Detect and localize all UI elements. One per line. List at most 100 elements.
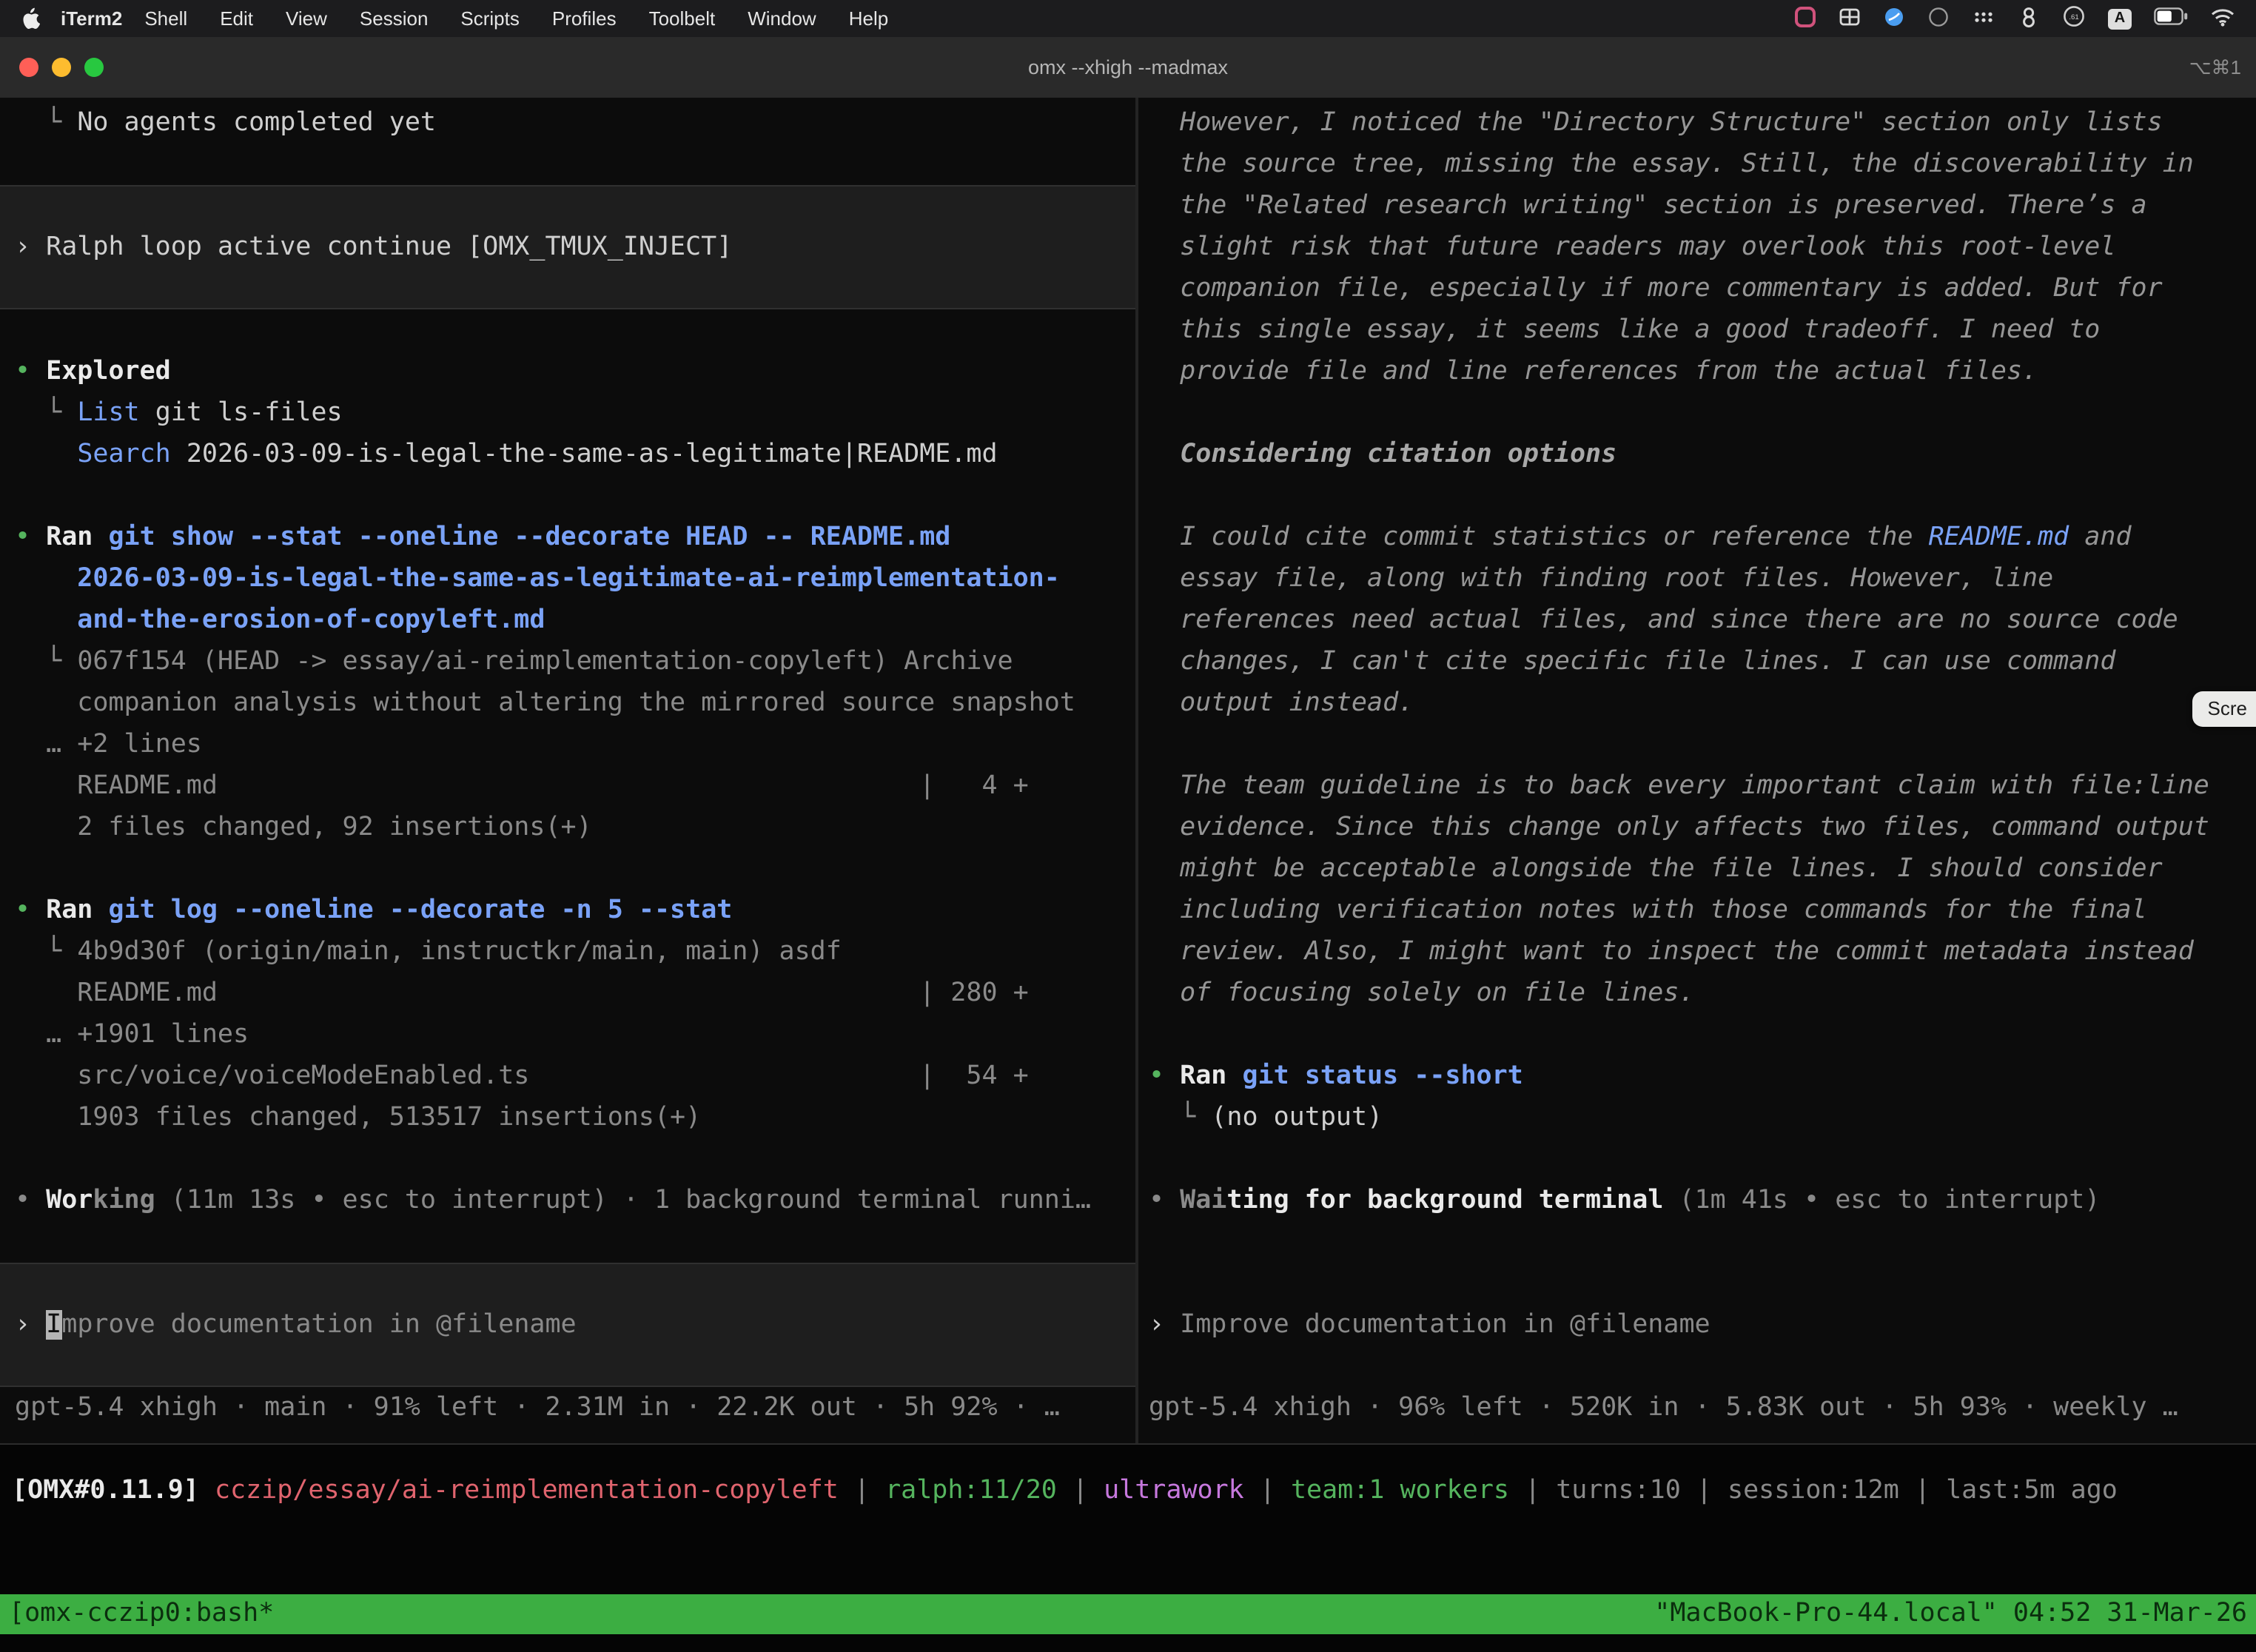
- battery-icon[interactable]: [2154, 7, 2188, 30]
- text-segment: ›: [1149, 1310, 1180, 1340]
- text-segment: essay file, along with finding root file…: [1149, 564, 2053, 594]
- text-segment: slight risk that future readers may over…: [1149, 232, 2115, 262]
- screen-overlay-tab[interactable]: Scre: [2193, 691, 2256, 727]
- figure-eight-icon[interactable]: [2018, 5, 2040, 32]
- terminal-split: └ No agents completed yet › Ralph loop ac…: [0, 98, 2256, 1443]
- text-segment: git show --stat --oneline --decorate HEA…: [108, 523, 950, 552]
- menu-app-name[interactable]: iTerm2: [61, 7, 122, 30]
- terminal-line: review. Also, I might want to inspect th…: [1138, 931, 2256, 973]
- text-segment: ultrawork: [1104, 1476, 1244, 1505]
- terminal-line: Considering citation options: [1138, 434, 2256, 475]
- left-input-box[interactable]: › Improve documentation in @filename: [0, 1263, 1135, 1387]
- terminal-line: the "Related research writing" section i…: [1138, 185, 2256, 226]
- wifi-icon[interactable]: [2210, 7, 2235, 30]
- input-source-icon[interactable]: A: [2108, 8, 2132, 29]
- terminal-line: README.md | 4 +: [0, 765, 1135, 807]
- text-segment: changes, I can't cite specific file line…: [1149, 647, 2115, 676]
- text-segment: git ls-files: [140, 398, 343, 428]
- text-segment: Ralph loop active continue [OMX_TMUX_INJ…: [46, 232, 732, 262]
- text-segment: Explored: [46, 357, 171, 386]
- text-segment: [93, 896, 108, 925]
- text-segment: |: [1057, 1476, 1104, 1505]
- prompt-line: › Improve documentation in @filename: [0, 1304, 1135, 1346]
- terminal-line: I could cite commit statistics or refere…: [1138, 517, 2256, 558]
- text-segment: ›: [15, 232, 46, 262]
- blank-line: [1138, 1138, 2256, 1180]
- ralph-loop-banner[interactable]: › Ralph loop active continue [OMX_TMUX_I…: [0, 185, 1135, 309]
- text-segment: •: [15, 896, 46, 925]
- text-segment: git status --short: [1242, 1061, 1523, 1091]
- right-input-box[interactable]: › Improve documentation in @filename: [1138, 1263, 2256, 1387]
- dark-app-icon[interactable]: [1927, 5, 1950, 32]
- text-segment: of focusing solely on file lines.: [1149, 978, 1695, 1008]
- apple-menu-icon[interactable]: [21, 7, 40, 30]
- text-segment: Wai: [1180, 1186, 1226, 1215]
- text-segment: ralph:11/20: [885, 1476, 1057, 1505]
- text-segment: ›: [15, 1310, 46, 1340]
- terminal-pane-right[interactable]: However, I noticed the "Directory Struct…: [1138, 98, 2256, 1443]
- menu-item-window[interactable]: Window: [731, 7, 833, 30]
- tmux-session-label: [omx-cczip0:bash*: [9, 1594, 274, 1634]
- terminal-line: • Ran git show --stat --oneline --decora…: [0, 517, 1135, 558]
- terminal-line: └ No agents completed yet: [0, 102, 1135, 144]
- blank-line: [0, 1221, 1135, 1263]
- text-segment: Ran: [1180, 1061, 1226, 1091]
- window-title-bar[interactable]: omx --xhigh --madmax ⌥⌘1: [0, 37, 2256, 99]
- prompt-line: › Ralph loop active continue [OMX_TMUX_I…: [0, 226, 1135, 268]
- tiling-grid-icon[interactable]: [1839, 5, 1861, 32]
- text-segment: and-the-erosion-of-copyleft.md: [15, 605, 545, 635]
- terminal-line: └ 067f154 (HEAD -> essay/ai-reimplementa…: [0, 641, 1135, 682]
- screen-recording-icon[interactable]: [1794, 5, 1816, 32]
- menu-item-toolbelt[interactable]: Toolbelt: [633, 7, 732, 30]
- text-segment: git log --oneline --decorate -n 5 --stat: [108, 896, 732, 925]
- menu-item-session[interactable]: Session: [343, 7, 445, 30]
- menu-item-help[interactable]: Help: [833, 7, 905, 30]
- text-segment: session:12m: [1728, 1476, 1899, 1505]
- menu-item-edit[interactable]: Edit: [204, 7, 269, 30]
- tmux-status-bar: [omx-cczip0:bash* "MacBook-Pro-44.local"…: [0, 1594, 2256, 1634]
- terminal-line: … +1901 lines: [0, 1014, 1135, 1055]
- menu-item-view[interactable]: View: [269, 7, 343, 30]
- terminal-line: and-the-erosion-of-copyleft.md: [0, 600, 1135, 641]
- blank-line: [0, 144, 1135, 185]
- menu-items: ShellEditViewSessionScriptsProfilesToolb…: [128, 7, 904, 30]
- terminal-line: references need actual files, and since …: [1138, 600, 2256, 641]
- terminal-line: this single essay, it seems like a good …: [1138, 309, 2256, 351]
- gauge-61-icon[interactable]: .61: [2062, 4, 2086, 33]
- terminal-line: gpt-5.4 xhigh · main · 91% left · 2.31M …: [0, 1387, 1135, 1428]
- keyboard-dots-icon[interactable]: [1972, 5, 1995, 32]
- text-segment: •: [15, 1186, 46, 1215]
- blank-line: [1138, 724, 2256, 765]
- terminal-line: … +2 lines: [0, 724, 1135, 765]
- text-segment: team:1 workers: [1291, 1476, 1509, 1505]
- text-segment: gpt-5.4 xhigh · main · 91% left · 2.31M …: [15, 1393, 1060, 1423]
- terminal-line: • Ran git status --short: [1138, 1055, 2256, 1097]
- text-segment: mprove documentation in @filename: [61, 1310, 576, 1340]
- menu-item-shell[interactable]: Shell: [128, 7, 204, 30]
- text-segment: the "Related research writing" section i…: [1149, 191, 2147, 221]
- text-segment: Improve documentation in @filename: [1180, 1310, 1710, 1340]
- text-segment: ting for background terminal: [1226, 1186, 1663, 1215]
- text-segment: evidence. Since this change only affects…: [1149, 813, 2209, 842]
- svg-text:.61: .61: [2069, 13, 2078, 21]
- blank-line: [0, 309, 1135, 351]
- terminal-line: • Working (11m 13s • esc to interrupt) ·…: [0, 1180, 1135, 1221]
- terminal-line: • Ran git log --oneline --decorate -n 5 …: [0, 890, 1135, 931]
- menu-item-profiles[interactable]: Profiles: [536, 7, 633, 30]
- blank-line: [1138, 475, 2256, 517]
- blank-line: [1138, 1221, 2256, 1263]
- terminal-line: src/voice/voiceModeEnabled.ts | 54 +: [0, 1055, 1135, 1097]
- desktop: iTerm2 ShellEditViewSessionScriptsProfil…: [0, 0, 2256, 1652]
- terminal-line: README.md | 280 +: [0, 973, 1135, 1014]
- blue-app-icon[interactable]: [1883, 5, 1905, 32]
- text-segment: List: [77, 398, 139, 428]
- text-segment: Ran: [46, 896, 93, 925]
- text-segment: 1903 files changed, 513517 insertions(+): [15, 1103, 701, 1132]
- text-segment: companion file, especially if more comme…: [1149, 274, 2163, 303]
- terminal-pane-left[interactable]: └ No agents completed yet › Ralph loop ac…: [0, 98, 1135, 1443]
- terminal-line: The team guideline is to back every impo…: [1138, 765, 2256, 807]
- window-shortcut-hint: ⌥⌘1: [2189, 56, 2241, 79]
- text-segment: review. Also, I might want to inspect th…: [1149, 937, 2194, 967]
- menu-item-scripts[interactable]: Scripts: [444, 7, 535, 30]
- text-segment: provide file and line references from th…: [1149, 357, 2038, 386]
